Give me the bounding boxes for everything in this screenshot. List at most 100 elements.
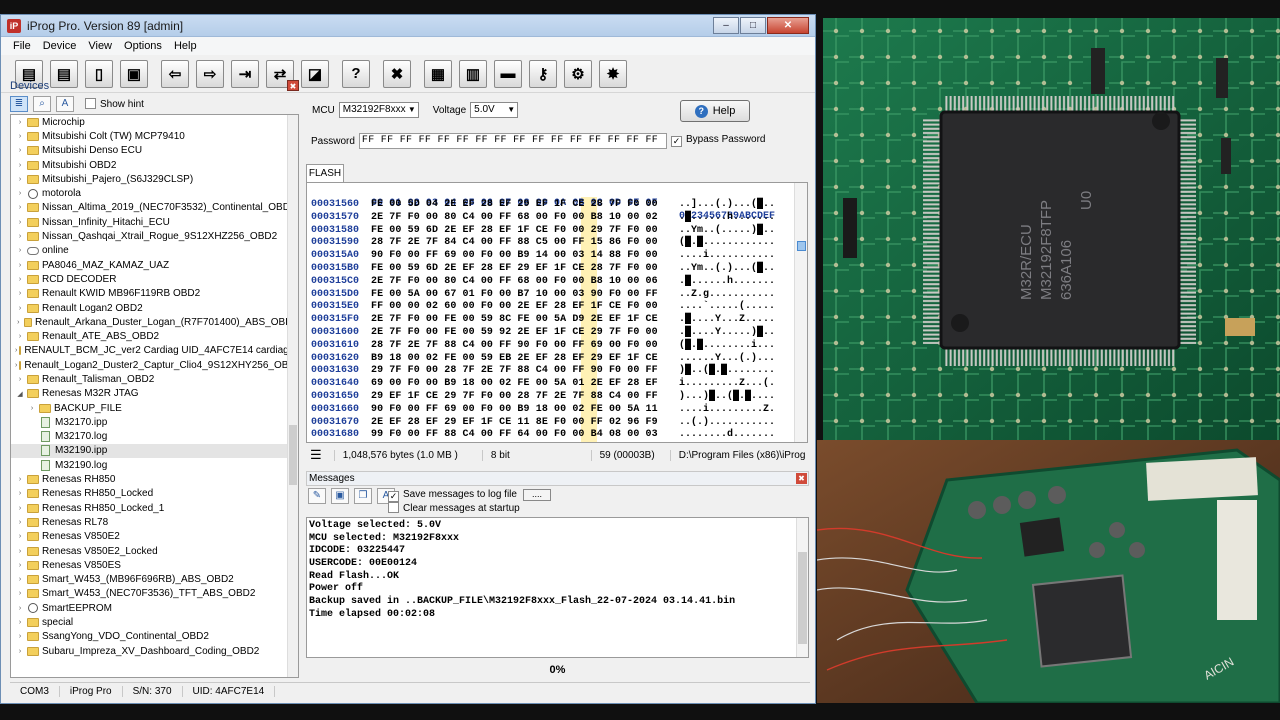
tree-item[interactable]: M32190.ipp	[11, 443, 298, 459]
hex-row[interactable]: 00031600 2E 7F F0 00 FE 00 59 92 2E EF 1F…	[307, 327, 807, 340]
hex-row[interactable]: 00031660 90 F0 00 FF 69 00 F0 00 B9 18 00…	[307, 404, 807, 417]
hex-row[interactable]: 00031580 FE 00 59 6D 2E EF 28 EF 1F CE F0…	[307, 225, 807, 238]
collapsed-arrow-icon[interactable]: ›	[15, 605, 25, 612]
tree-item[interactable]: › Subaru_Impreza_XV_Dashboard_Coding_OBD2	[11, 644, 298, 658]
tree-item[interactable]: › Renault Logan2 OBD2	[11, 301, 298, 315]
search-icon[interactable]: ⌕	[33, 96, 51, 112]
hex-row[interactable]: 000315C0 2E 7F F0 00 80 C4 00 FF 68 00 F0…	[307, 276, 807, 289]
tree-item[interactable]: › special	[11, 615, 298, 629]
tree-item[interactable]: › Renesas V850E2_Locked	[11, 544, 298, 558]
tree-item[interactable]: › Renesas RH850	[11, 472, 298, 486]
hex-row[interactable]: 000315E0 FF 00 00 02 60 00 F0 00 2E EF 28…	[307, 301, 807, 314]
close-button[interactable]: ✕	[767, 17, 809, 34]
collapsed-arrow-icon[interactable]: ›	[15, 376, 25, 383]
collapsed-arrow-icon[interactable]: ›	[15, 233, 25, 240]
menu-options[interactable]: Options	[118, 40, 168, 52]
hex-row[interactable]: 000315D0 FE 00 5A 00 67 01 F0 00 B7 10 00…	[307, 289, 807, 302]
tree-item[interactable]: › SsangYong_VDO_Continental_OBD2	[11, 630, 298, 644]
hex-scrollbar[interactable]	[794, 183, 807, 442]
collapsed-arrow-icon[interactable]: ›	[15, 319, 22, 326]
checkbox-box[interactable]	[85, 98, 96, 109]
menu-view[interactable]: View	[82, 40, 118, 52]
tree-item[interactable]: › Microchip	[11, 115, 298, 129]
collapsed-arrow-icon[interactable]: ›	[15, 204, 25, 211]
save-folder-icon[interactable]: ▤	[50, 59, 78, 88]
hex-row[interactable]: 00031680 99 F0 00 FF 88 C4 00 FF 64 00 F0…	[307, 429, 807, 442]
tree-item[interactable]: › Renesas RH850_Locked	[11, 487, 298, 501]
hex-row[interactable]: 00031610 28 7F 2E 7F 88 C4 00 FF 90 F0 00…	[307, 340, 807, 353]
tree-item[interactable]: › Mitsubishi Colt (TW) MCP79410	[11, 129, 298, 143]
hex-row[interactable]: 00031620 B9 18 00 02 FE 00 59 EB 2E EF 28…	[307, 353, 807, 366]
tree-item[interactable]: › Mitsubishi OBD2	[11, 158, 298, 172]
list-view-icon[interactable]: ≣	[10, 96, 28, 112]
tree-item[interactable]: › Renesas V850E2	[11, 530, 298, 544]
title-bar[interactable]: iP iProg Pro. Version 89 [admin] – □ ✕	[1, 15, 815, 37]
collapsed-arrow-icon[interactable]: ›	[15, 548, 25, 555]
monitor-icon[interactable]: ▥	[459, 59, 487, 88]
collapsed-arrow-icon[interactable]: ›	[15, 347, 17, 354]
collapsed-arrow-icon[interactable]: ›	[15, 333, 25, 340]
tree-item[interactable]: › Nissan_Altima_2019_(NEC70F3532)_Contine…	[11, 201, 298, 215]
tree-item[interactable]: ◢ Renesas M32R JTAG	[11, 387, 298, 401]
new-file-icon[interactable]: ▯	[85, 59, 113, 88]
minimize-button[interactable]: –	[713, 17, 739, 34]
engine-icon[interactable]: ⚙	[564, 59, 592, 88]
hex-row[interactable]: 00031560 FE 00 5D 04 2E EF 28 EF 29 EF 1F…	[307, 199, 807, 212]
tree-item[interactable]: › Renesas RH850_Locked_1	[11, 501, 298, 515]
tree-scroll-thumb[interactable]	[289, 425, 297, 485]
messages-scrollbar[interactable]	[796, 518, 808, 657]
tree-item[interactable]: M32170.ipp	[11, 415, 298, 429]
checkbox-box[interactable]: ✓	[671, 136, 682, 147]
tree-item[interactable]: › Renesas V850ES	[11, 558, 298, 572]
maximize-button[interactable]: □	[740, 17, 766, 34]
messages-log[interactable]: Voltage selected: 5.0V MCU selected: M32…	[306, 517, 809, 658]
hex-row[interactable]: 000315F0 2E 7F F0 00 FE 00 59 8C FE 00 5A…	[307, 314, 807, 327]
tree-item[interactable]: › Smart_W453_(NEC70F3536)_TFT_ABS_OBD2	[11, 587, 298, 601]
collapsed-arrow-icon[interactable]: ›	[15, 519, 25, 526]
collapsed-arrow-icon[interactable]: ›	[15, 362, 17, 369]
tree-item[interactable]: › online	[11, 244, 298, 258]
airbag-icon[interactable]: ✸	[599, 59, 627, 88]
tab-flash[interactable]: FLASH	[306, 164, 344, 182]
collapsed-arrow-icon[interactable]: ›	[15, 576, 25, 583]
password-field[interactable]: FF FF FF FF FF FF FF FF FF FF FF FF FF F…	[358, 133, 667, 149]
stop-icon[interactable]: ✖	[383, 59, 411, 88]
collapsed-arrow-icon[interactable]: ›	[15, 162, 25, 169]
collapsed-arrow-icon[interactable]: ›	[15, 276, 25, 283]
checkbox-box[interactable]: ✓	[388, 491, 399, 502]
tree-item[interactable]: › Renesas RL78	[11, 515, 298, 529]
tree-item[interactable]: › PA8046_MAZ_KAMAZ_UAZ	[11, 258, 298, 272]
tree-item[interactable]: › Renault KWID MB96F119RB OBD2	[11, 287, 298, 301]
tree-item[interactable]: › Smart_W453_(MB96F696RB)_ABS_OBD2	[11, 573, 298, 587]
hex-scroll-thumb[interactable]	[797, 241, 806, 251]
copy-icon[interactable]: ❐	[354, 488, 372, 504]
tree-item[interactable]: › Mitsubishi_Pajero_(S6J329CLSP)	[11, 172, 298, 186]
hex-row[interactable]: 000315A0 90 F0 00 FF 69 00 F0 00 B9 14 00…	[307, 250, 807, 263]
checkbox-box[interactable]	[388, 502, 399, 513]
save-icon[interactable]: ▣	[331, 488, 349, 504]
bypass-password-checkbox[interactable]: ✓ Bypass Password	[671, 134, 765, 147]
read-arrow-icon[interactable]: ⇦	[161, 59, 189, 88]
help-icon[interactable]: ?	[342, 59, 370, 88]
hex-row[interactable]: 00031590 28 7F 2E 7F 84 C4 00 FF 88 C5 00…	[307, 237, 807, 250]
device-tree[interactable]: › Microchip › Mitsubishi Colt (TW) MCP79410…	[10, 114, 299, 678]
tree-item[interactable]: › Renault_Logan2_Duster2_Captur_Clio4_9S1…	[11, 358, 298, 372]
browse-button[interactable]: ....	[522, 489, 551, 501]
collapsed-arrow-icon[interactable]: ›	[15, 247, 25, 254]
tree-item[interactable]: M32170.log	[11, 430, 298, 444]
tree-item[interactable]: › BACKUP_FILE	[11, 401, 298, 415]
save-log-checkbox[interactable]: ✓ Save messages to log file....	[388, 488, 551, 502]
tree-scrollbar[interactable]	[287, 115, 298, 677]
collapsed-arrow-icon[interactable]: ›	[15, 133, 25, 140]
tv-icon[interactable]: ▬	[494, 59, 522, 88]
show-hint-checkbox[interactable]: Show hint	[85, 98, 144, 110]
collapsed-arrow-icon[interactable]: ›	[15, 590, 25, 597]
help-button[interactable]: ? Help	[680, 100, 750, 122]
hex-editor[interactable]: 00 01 02 03 04 05 06 07 08 09 0A 0B 0C 0…	[306, 182, 808, 443]
menu-file[interactable]: File	[7, 40, 37, 52]
menu-device[interactable]: Device	[37, 40, 83, 52]
tree-item[interactable]: › Mitsubishi Denso ECU	[11, 144, 298, 158]
font-icon[interactable]: A	[56, 96, 74, 112]
messages-close-icon[interactable]: ✖	[796, 473, 807, 484]
collapsed-arrow-icon[interactable]: ›	[15, 262, 25, 269]
